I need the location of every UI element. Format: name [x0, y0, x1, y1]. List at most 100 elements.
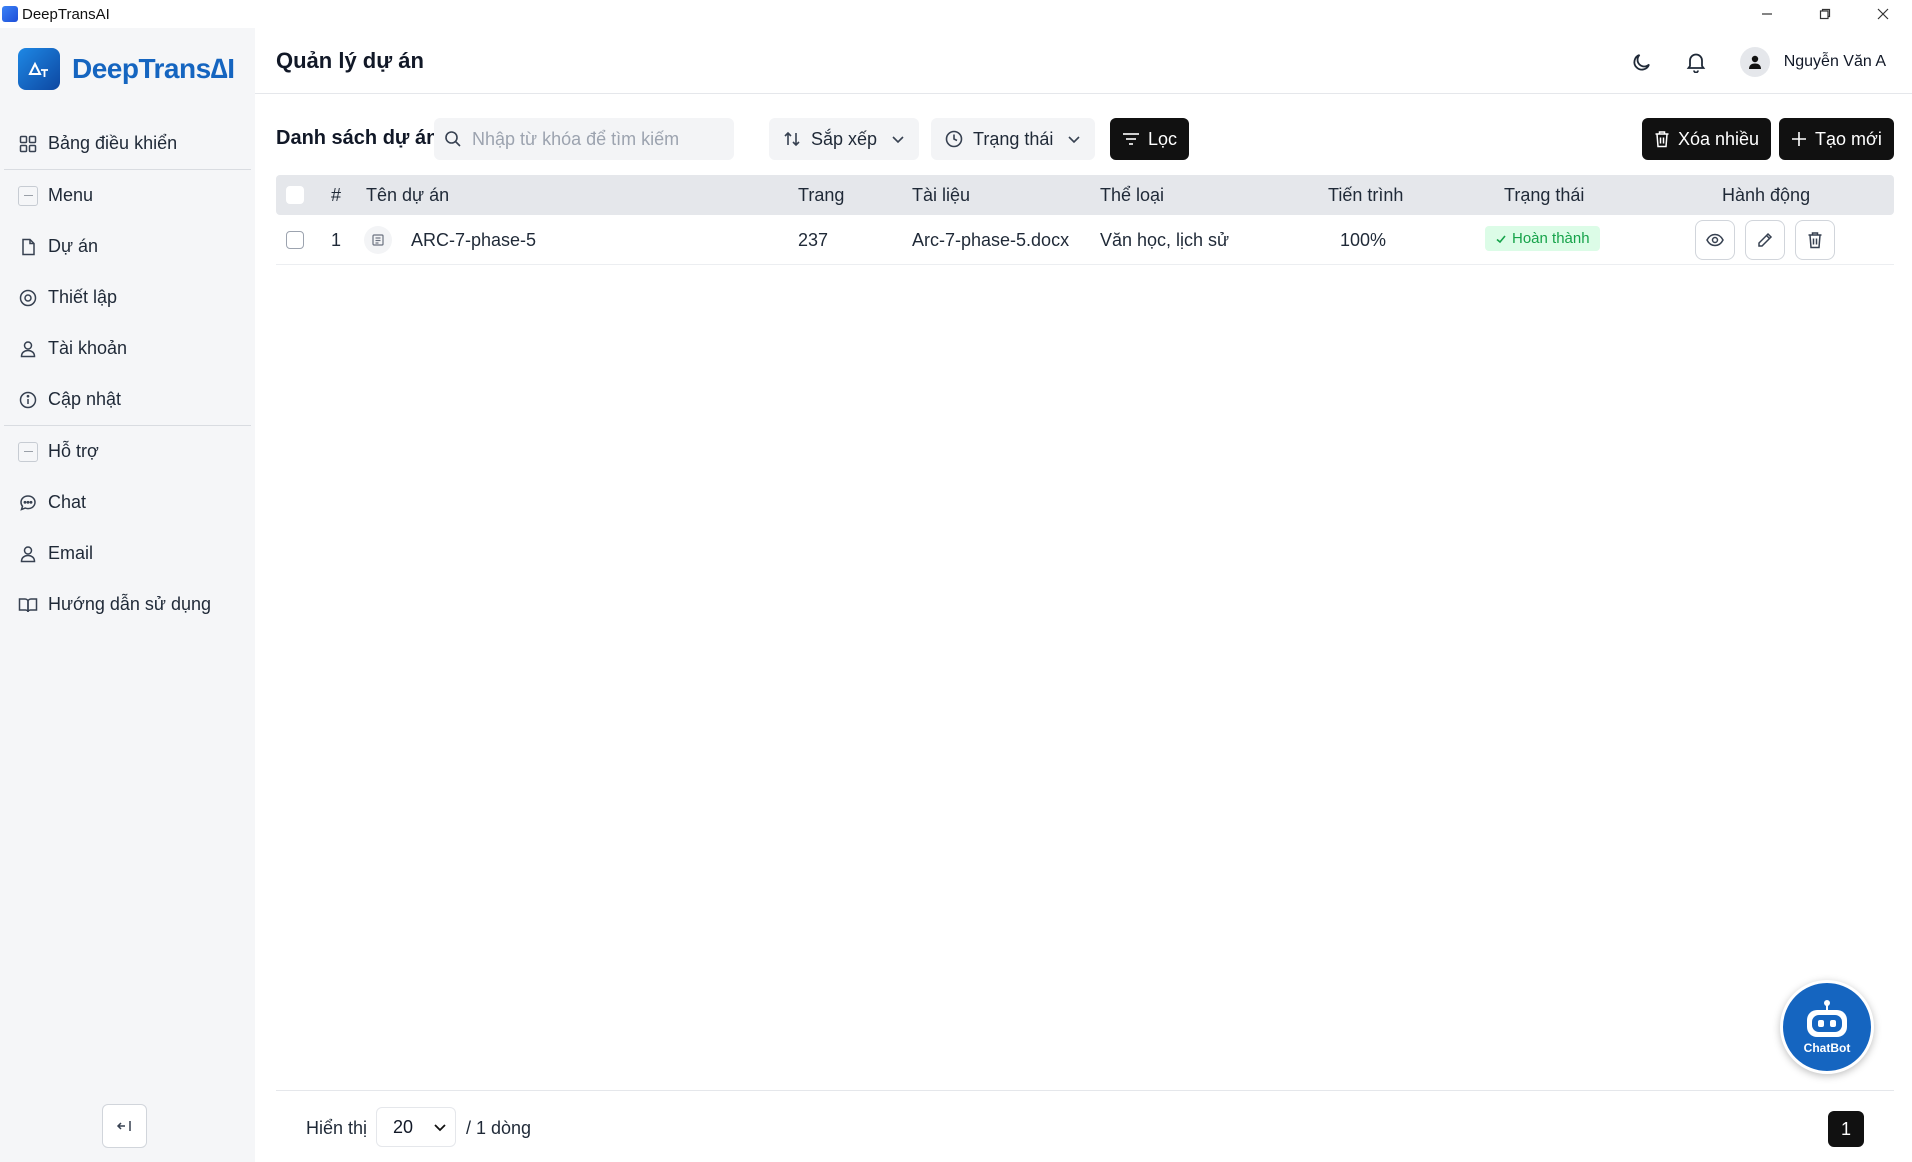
minus-box-icon	[18, 185, 38, 206]
eye-icon	[1706, 233, 1724, 247]
table-header: # Tên dự án Trang Tài liệu Thể loại Tiến…	[276, 175, 1894, 215]
chatbot-label: ChatBot	[1803, 1041, 1851, 1055]
column-header[interactable]: Tiến trình	[1328, 185, 1403, 206]
column-header: #	[331, 185, 342, 205]
page-size-value: 20	[393, 1116, 414, 1137]
sort-dropdown[interactable]: Sắp xếp	[769, 118, 920, 160]
app-icon	[2, 6, 18, 22]
chatbot-button[interactable]: ChatBot	[1780, 980, 1874, 1074]
sidebar-item-label: Chat	[48, 492, 87, 512]
dark-mode-icon[interactable]	[1624, 44, 1660, 80]
status-label: Trạng thái	[973, 128, 1054, 149]
sidebar-item-label: Cập nhật	[48, 389, 122, 409]
row-checkbox[interactable]	[286, 231, 304, 249]
filter-label: Lọc	[1148, 128, 1178, 149]
file-icon	[18, 237, 38, 257]
chevron-down-icon	[892, 136, 904, 144]
sidebar-item-chat[interactable]: Chat	[0, 477, 255, 528]
info-icon	[18, 390, 38, 410]
project-pages: 237	[798, 230, 829, 250]
logo[interactable]: DeepTrans∆I	[18, 48, 235, 90]
view-button[interactable]	[1695, 220, 1735, 260]
window-title: DeepTransAI	[22, 5, 110, 23]
sidebar-item-settings[interactable]: Thiết lập	[0, 272, 255, 323]
page-header: Quản lý dự án Nguyễn Văn A	[255, 28, 1912, 94]
window-controls	[1738, 0, 1912, 28]
edit-button[interactable]	[1745, 220, 1785, 260]
sidebar-section-support: Hỗ trợ	[0, 426, 255, 477]
select-all-checkbox[interactable]	[286, 186, 304, 204]
sidebar-item-dashboard[interactable]: Bảng điều khiển	[0, 118, 255, 169]
user-name[interactable]: Nguyễn Văn A	[1784, 53, 1886, 71]
page-title: Quản lý dự án	[276, 48, 424, 73]
search-input[interactable]	[472, 128, 722, 150]
status-badge: Hoàn thành	[1485, 226, 1600, 251]
trash-icon	[1654, 130, 1670, 148]
sidebar-item-label: Email	[48, 543, 94, 563]
chevron-down-icon	[1068, 136, 1080, 144]
create-new-button[interactable]: Tạo mới	[1779, 118, 1894, 160]
check-icon	[1496, 234, 1506, 243]
bell-icon[interactable]	[1678, 44, 1714, 80]
robot-icon	[1807, 1000, 1847, 1037]
page-size-label: Hiển thị	[306, 1118, 368, 1138]
list-title: Danh sách dự án	[276, 127, 439, 149]
plus-icon	[1791, 131, 1807, 147]
project-name[interactable]: ARC-7-phase-5	[411, 230, 536, 251]
sidebar-item-label: Dự án	[48, 236, 99, 256]
column-header: Hành động	[1722, 185, 1811, 205]
collapse-sidebar-button[interactable]	[102, 1104, 147, 1148]
delete-many-button[interactable]: Xóa nhiều	[1642, 118, 1772, 160]
window-titlebar: DeepTransAI	[0, 0, 1912, 28]
user-icon	[18, 339, 38, 359]
sidebar-item-label: Thiết lập	[48, 287, 118, 307]
header-actions: Nguyễn Văn A	[1606, 44, 1886, 80]
book-icon	[18, 595, 38, 615]
sidebar-item-label: Tài khoản	[48, 338, 128, 358]
project-progress: 100%	[1340, 230, 1387, 250]
column-header[interactable]: Trang	[798, 185, 844, 206]
chat-icon	[18, 493, 38, 513]
grid-icon	[18, 134, 38, 154]
delete-button[interactable]	[1795, 220, 1835, 260]
status-text: Hoàn thành	[1512, 230, 1590, 247]
settings-icon	[18, 288, 38, 308]
sidebar-nav: Bảng điều khiển Menu Dự án Thiết lập Tài…	[0, 118, 255, 630]
row-index: 1	[331, 230, 342, 250]
logo-text: DeepTrans∆I	[72, 53, 235, 84]
column-header[interactable]: Thể loại	[1100, 185, 1164, 206]
filter-button[interactable]: Lọc	[1110, 118, 1190, 160]
projects-table: # Tên dự án Trang Tài liệu Thể loại Tiến…	[276, 175, 1894, 265]
avatar[interactable]	[1739, 47, 1770, 77]
sidebar-item-email[interactable]: Email	[0, 528, 255, 579]
table-row[interactable]: 1 ARC-7-phase-5 237 Arc-7-phase-5.docx V…	[276, 215, 1894, 265]
sidebar: DeepTrans∆I Bảng điều khiển Menu Dự án T…	[0, 28, 255, 1162]
minus-box-icon	[18, 441, 38, 462]
trash-icon	[1808, 232, 1822, 249]
sidebar-item-user-guide[interactable]: Hướng dẫn sử dụng	[0, 579, 255, 630]
page-button-current[interactable]: 1	[1828, 1111, 1864, 1147]
search-box[interactable]	[434, 118, 734, 160]
create-new-label: Tạo mới	[1815, 128, 1882, 149]
row-count-label: / 1 dòng	[466, 1118, 532, 1138]
project-file-icon	[364, 226, 392, 254]
status-dropdown[interactable]: Trạng thái	[931, 118, 1096, 160]
sidebar-item-account[interactable]: Tài khoản	[0, 323, 255, 374]
sidebar-item-updates[interactable]: Cập nhật	[0, 374, 255, 425]
sort-icon	[784, 131, 800, 147]
search-icon	[445, 131, 461, 147]
column-header[interactable]: Trạng thái	[1504, 185, 1584, 206]
minimize-icon[interactable]	[1738, 0, 1796, 28]
user-avatar-icon	[1748, 55, 1761, 69]
sidebar-item-projects[interactable]: Dự án	[0, 221, 255, 272]
table-footer: Hiển thị 20 / 1 dòng 1	[276, 1090, 1894, 1162]
toolbar: Danh sách dự án Sắp xếp Trạng thái Lọc X…	[276, 118, 1894, 160]
column-header[interactable]: Tài liệu	[912, 185, 970, 206]
column-header[interactable]: Tên dự án	[366, 185, 449, 206]
chevron-down-icon	[434, 1124, 446, 1132]
page-size-select[interactable]: 20	[376, 1107, 456, 1147]
restore-icon[interactable]	[1796, 0, 1854, 28]
close-icon[interactable]	[1854, 0, 1912, 28]
sidebar-section-label: Hỗ trợ	[48, 441, 99, 461]
project-document: Arc-7-phase-5.docx	[912, 230, 1070, 250]
